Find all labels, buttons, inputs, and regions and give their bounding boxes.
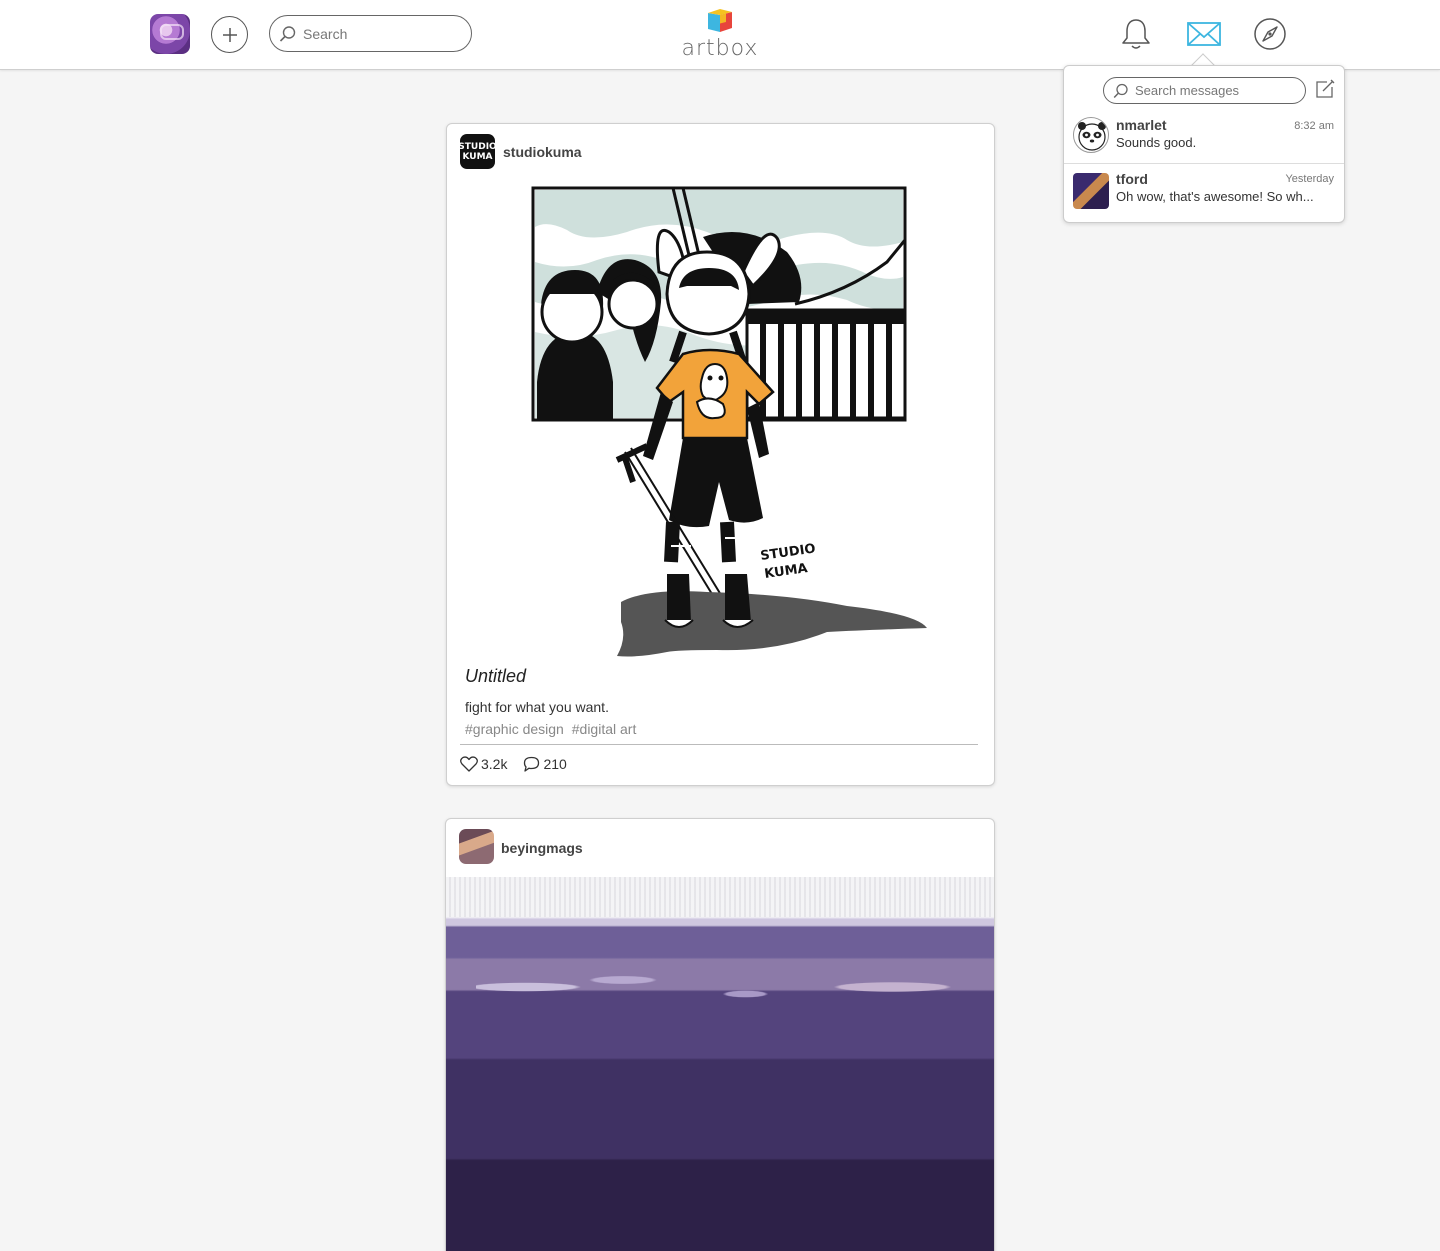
artbox-logo[interactable]: artbox xyxy=(670,6,770,62)
top-navigation-bar: artbox xyxy=(0,0,1440,70)
post-photo[interactable] xyxy=(446,877,994,1251)
bell-icon xyxy=(1122,19,1150,49)
create-post-button[interactable] xyxy=(211,16,248,53)
avatar xyxy=(1073,173,1109,209)
post-title: Untitled xyxy=(465,666,527,686)
post-stats: 3.2k 210 xyxy=(460,756,583,772)
conversation-time: Yesterday xyxy=(1285,173,1334,185)
global-search xyxy=(269,15,472,52)
divider xyxy=(460,744,978,745)
post-author-name[interactable]: studiokuma xyxy=(503,144,582,160)
tag-link[interactable]: #graphic design xyxy=(465,721,564,737)
envelope-icon xyxy=(1187,22,1221,46)
search-icon xyxy=(279,25,296,42)
comment-button[interactable]: 210 xyxy=(523,756,567,772)
conversation-name: tford xyxy=(1116,171,1148,187)
conversation-item[interactable]: nmarlet 8:32 am Sounds good. xyxy=(1064,110,1344,164)
compass-icon xyxy=(1254,18,1286,50)
search-input[interactable] xyxy=(303,25,453,42)
speech-bubble-icon xyxy=(524,756,540,772)
like-count: 3.2k xyxy=(481,756,508,772)
like-button[interactable]: 3.2k xyxy=(460,756,507,772)
comment-count: 210 xyxy=(543,756,567,772)
notifications-button[interactable] xyxy=(1117,15,1155,53)
post-author-name[interactable]: beyingmags xyxy=(501,840,583,856)
post-author-avatar[interactable] xyxy=(459,829,494,864)
post-card: beyingmags xyxy=(445,818,995,1251)
conversation-name: nmarlet xyxy=(1116,117,1167,133)
cube-logo-icon xyxy=(708,9,732,32)
message-search-input[interactable] xyxy=(1135,83,1295,98)
post-tags: #graphic design #digital art xyxy=(465,721,640,737)
plus-icon xyxy=(222,27,237,42)
explore-button[interactable] xyxy=(1251,15,1289,53)
message-search xyxy=(1103,77,1306,104)
tag-link[interactable]: #digital art xyxy=(572,721,637,737)
logo-wordmark: artbox xyxy=(681,36,759,61)
conversation-preview: Oh wow, that's awesome! So wh... xyxy=(1116,189,1314,204)
avatar xyxy=(1073,117,1109,153)
messages-button[interactable] xyxy=(1185,15,1223,53)
compose-icon xyxy=(1316,79,1335,98)
conversation-preview: Sounds good. xyxy=(1116,135,1197,150)
heart-icon xyxy=(460,756,478,772)
avatar-logo-lettering: STUDIO KUMA xyxy=(460,141,495,162)
search-icon xyxy=(1113,83,1128,98)
post-artwork[interactable]: STUDIO KUMA xyxy=(447,182,995,662)
compose-message-button[interactable] xyxy=(1314,78,1336,100)
panda-avatar-icon xyxy=(1078,122,1106,151)
post-card: STUDIO KUMA studiokuma STUDIO KUMA Untit… xyxy=(446,123,995,786)
post-description: fight for what you want. xyxy=(465,699,609,715)
messages-dropdown: nmarlet 8:32 am Sounds good. tford Yeste… xyxy=(1063,65,1345,223)
svg-text:STUDIO: STUDIO xyxy=(759,541,816,564)
svg-text:KUMA: KUMA xyxy=(763,561,808,582)
conversation-time: 8:32 am xyxy=(1294,120,1334,132)
conversation-item[interactable]: tford Yesterday Oh wow, that's awesome! … xyxy=(1064,164,1344,218)
post-author-avatar[interactable]: STUDIO KUMA xyxy=(460,134,495,169)
current-user-avatar[interactable] xyxy=(150,14,190,54)
